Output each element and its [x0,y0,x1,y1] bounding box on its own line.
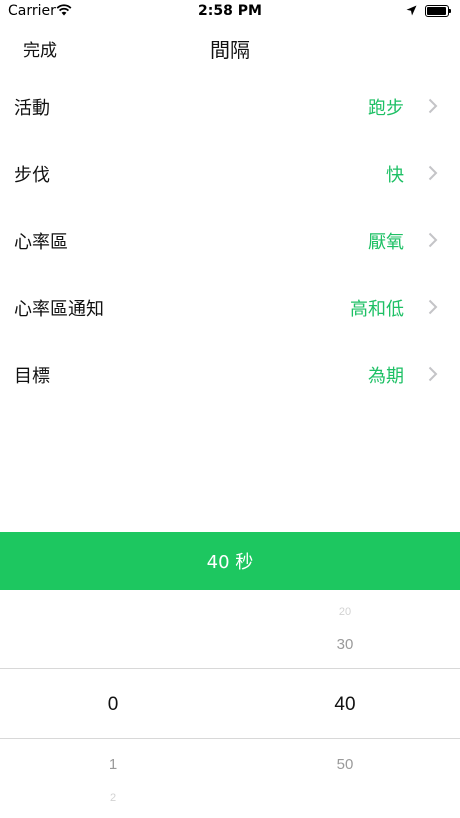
chevron-right-icon [428,165,438,181]
picker-right-above[interactable]: 30 [232,636,458,653]
row-activity[interactable]: 活動 跑步 [0,72,460,139]
chevron-right-icon [428,299,438,315]
row-goal[interactable]: 目標 為期 [0,340,460,407]
picker-right-far-above[interactable]: 20 [232,606,458,618]
row-value: 為期 [368,366,404,387]
picker-right-selected[interactable]: 40 [232,694,458,716]
battery-icon [425,5,451,17]
picker-left-selected[interactable]: 0 [0,694,226,716]
status-time: 2:58 PM [198,3,262,19]
row-value: 高和低 [350,299,404,320]
status-bar: Carrier 2:58 PM [0,0,460,24]
row-value: 跑步 [368,98,404,119]
row-label: 活動 [14,98,50,119]
row-heart-rate-alert[interactable]: 心率區通知 高和低 [0,273,460,340]
row-label: 心率區 [14,232,68,253]
duration-picker[interactable]: 0 1 2 20 30 40 50 [0,590,460,818]
row-value: 快 [386,165,404,186]
duration-value: 40 秒 [206,552,254,573]
picker-left-below[interactable]: 1 [0,756,226,773]
page-title: 間隔 [210,38,250,62]
row-heart-rate-zone[interactable]: 心率區 厭氧 [0,206,460,273]
duration-value-bar: 40 秒 [0,532,460,590]
chevron-right-icon [428,366,438,382]
settings-list: 活動 跑步 步伐 快 心率區 厭氧 心率區通知 高和低 目標 為期 [0,72,460,407]
picker-selection-line-bottom [0,738,460,739]
picker-selection-line-top [0,668,460,669]
chevron-right-icon [428,232,438,248]
picker-left-far-below[interactable]: 2 [0,792,226,804]
navigation-bar: 完成 間隔 [0,24,460,70]
row-label: 心率區通知 [14,299,104,320]
row-value: 厭氧 [368,232,404,253]
location-arrow-icon [406,5,417,16]
chevron-right-icon [428,98,438,114]
row-label: 步伐 [14,165,50,186]
row-pace[interactable]: 步伐 快 [0,139,460,206]
picker-right-below[interactable]: 50 [232,756,458,773]
row-label: 目標 [14,366,50,387]
